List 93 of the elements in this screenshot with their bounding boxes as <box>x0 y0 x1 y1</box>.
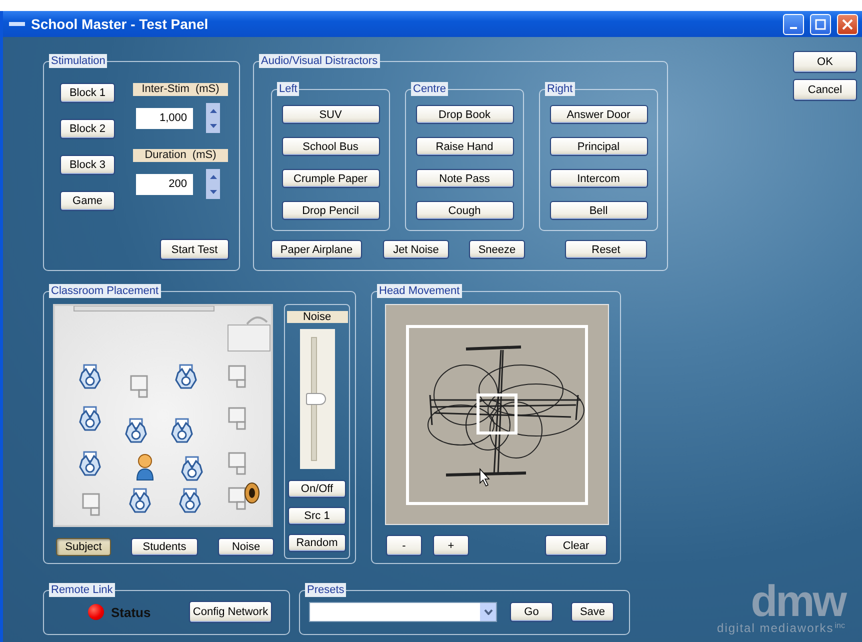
sound-control-button[interactable]: Src 1 <box>288 507 346 525</box>
whiteboard-icon <box>73 306 215 312</box>
noise-slider[interactable] <box>300 329 334 469</box>
block-button[interactable]: Block 3 <box>60 155 115 175</box>
placement-button[interactable]: Subject <box>56 538 111 556</box>
sound-control-button[interactable]: On/Off <box>288 480 346 498</box>
minimize-button[interactable] <box>783 14 804 34</box>
student-icon <box>179 488 201 514</box>
student-icon <box>125 418 147 444</box>
panel-title: Stimulation <box>49 54 108 68</box>
close-button[interactable] <box>837 14 858 34</box>
panel-title: Classroom Placement <box>49 284 161 298</box>
save-button[interactable]: Save <box>571 602 614 622</box>
student-icon <box>175 364 197 390</box>
group-title: Centre <box>411 82 448 96</box>
student-icon <box>79 406 101 432</box>
logo-mark: dmw <box>750 583 845 621</box>
go-button[interactable]: Go <box>510 602 553 622</box>
window-title: School Master - Test Panel <box>31 16 210 32</box>
maximize-icon <box>815 18 826 30</box>
dialog-button[interactable]: OK <box>793 51 857 73</box>
panel-title: Audio/Visual Distractors <box>259 54 380 68</box>
caret-icon <box>484 609 492 615</box>
spin-down-button[interactable] <box>206 184 220 199</box>
start-test-button[interactable]: Start Test <box>160 239 229 260</box>
maximize-button[interactable] <box>810 14 831 34</box>
distractor-button[interactable]: Paper Airplane <box>271 240 362 259</box>
person-icon <box>135 453 155 481</box>
panel-title: Head Movement <box>377 284 462 298</box>
preset-dropdown[interactable] <box>309 602 497 622</box>
distractor-button[interactable]: Intercom <box>550 169 648 188</box>
desk-icon <box>129 374 151 400</box>
group-title: Right <box>545 82 575 96</box>
cursor-icon <box>480 467 490 486</box>
group-title: Left <box>277 82 300 96</box>
down-arrow-icon <box>210 124 216 128</box>
zoom-button[interactable]: - <box>386 535 422 556</box>
target-square <box>476 393 518 434</box>
sound-control-button[interactable]: Random <box>288 534 346 552</box>
field-label: Duration (mS) <box>133 149 228 162</box>
distractor-button[interactable]: Principal <box>550 137 648 156</box>
desk-icon <box>227 451 249 477</box>
block-button[interactable]: Block 1 <box>60 83 115 103</box>
distractor-button[interactable]: Bell <box>550 201 648 220</box>
desk-icon <box>227 406 249 432</box>
student-icon <box>181 456 203 482</box>
distractor-button[interactable]: Raise Hand <box>416 137 514 156</box>
speaker-icon <box>242 482 260 504</box>
logo-tagline: digital mediaworks <box>717 621 834 635</box>
config-network-button[interactable]: Config Network <box>189 601 272 623</box>
panel-title: Remote Link <box>49 582 115 596</box>
logo-suffix: inc <box>834 621 845 630</box>
number-field[interactable]: 200 <box>136 174 193 194</box>
distractor-button[interactable]: SUV <box>282 105 380 124</box>
desk-icon <box>227 486 249 512</box>
student-icon <box>79 451 101 477</box>
block-button[interactable]: Block 2 <box>60 119 115 139</box>
distractor-button[interactable]: Note Pass <box>416 169 514 188</box>
spin-down-button[interactable] <box>206 118 220 133</box>
student-icon <box>171 418 193 444</box>
placement-button[interactable]: Students <box>131 538 198 556</box>
clear-button[interactable]: Clear <box>545 535 607 556</box>
up-arrow-icon <box>210 108 216 112</box>
block-button[interactable]: Game <box>60 191 115 211</box>
slider-thumb[interactable] <box>306 393 326 405</box>
dialog-button[interactable]: Cancel <box>793 79 857 101</box>
desk-icon <box>227 364 249 390</box>
minimize-icon <box>790 27 797 29</box>
up-arrow-icon <box>210 174 216 178</box>
status-label: Status <box>111 604 151 620</box>
distractor-button[interactable]: Answer Door <box>550 105 648 124</box>
student-icon <box>79 364 101 390</box>
spin-up-button[interactable] <box>206 103 220 118</box>
distractor-button[interactable]: School Bus <box>282 137 380 156</box>
distractor-button[interactable]: Crumple Paper <box>282 169 380 188</box>
student-icon <box>129 488 151 514</box>
app-logo-icon <box>9 21 25 27</box>
placement-button[interactable]: Noise <box>218 538 274 556</box>
zoom-button[interactable]: + <box>433 535 469 556</box>
field-label: Inter-Stim (mS) <box>133 83 228 96</box>
distractor-button[interactable]: Jet Noise <box>383 240 449 259</box>
desk-icon <box>81 492 103 518</box>
slider-label: Noise <box>286 311 348 323</box>
spin-up-button[interactable] <box>206 169 220 184</box>
down-arrow-icon <box>210 190 216 194</box>
distractor-button[interactable]: Sneeze <box>469 240 525 259</box>
distractor-button[interactable]: Drop Book <box>416 105 514 124</box>
distractor-button[interactable]: Drop Pencil <box>282 201 380 220</box>
close-icon <box>842 18 853 30</box>
panel-title: Presets <box>305 582 346 596</box>
reset-button[interactable]: Reset <box>565 240 647 259</box>
number-field[interactable]: 1,000 <box>136 108 193 128</box>
distractor-button[interactable]: Cough <box>416 201 514 220</box>
